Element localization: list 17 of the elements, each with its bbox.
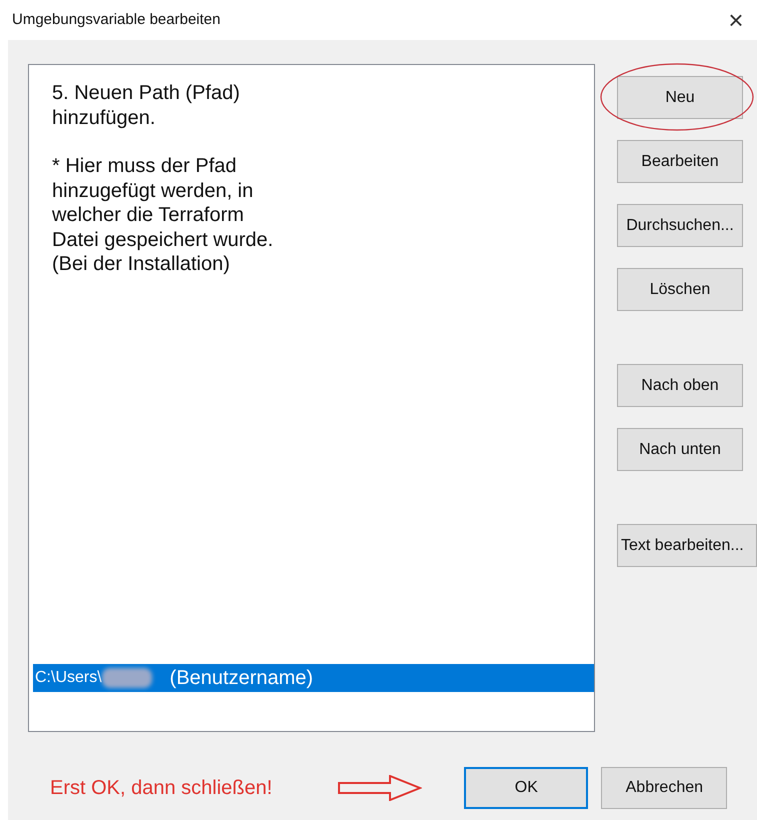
action-button[interactable]: Nach oben — [617, 364, 743, 407]
action-button[interactable]: Neu — [617, 76, 743, 119]
action-button[interactable]: Bearbeiten — [617, 140, 743, 183]
dialog-button[interactable]: OK — [464, 767, 588, 809]
action-button[interactable]: Nach unten — [617, 428, 743, 471]
close-button[interactable]: × — [721, 5, 751, 35]
annotation-text: * Hier muss der Pfad hinzugefügt werden, in welcher die Terraform Datei gespeichert wurde. (Bei der Installation) — [52, 154, 274, 276]
action-button[interactable]: Durchsuchen... — [617, 204, 743, 247]
annotation-text: (Benutzername) — [170, 666, 314, 691]
list-row[interactable]: C:\Users\ (Benutzername) — [33, 664, 594, 692]
path-text: C:\Users\ — [35, 668, 102, 688]
annotation-text: 5. Neuen Path (Pfad) hinzufügen. — [52, 81, 241, 130]
window-title: Umgebungsvariable bearbeiten — [12, 10, 220, 30]
action-button[interactable]: Text bearbeiten... — [617, 524, 757, 567]
dialog-button[interactable]: Abbrechen — [601, 767, 728, 809]
action-button[interactable]: Löschen — [617, 268, 743, 311]
annotation-note: Erst OK, dann schließen! — [50, 776, 272, 801]
